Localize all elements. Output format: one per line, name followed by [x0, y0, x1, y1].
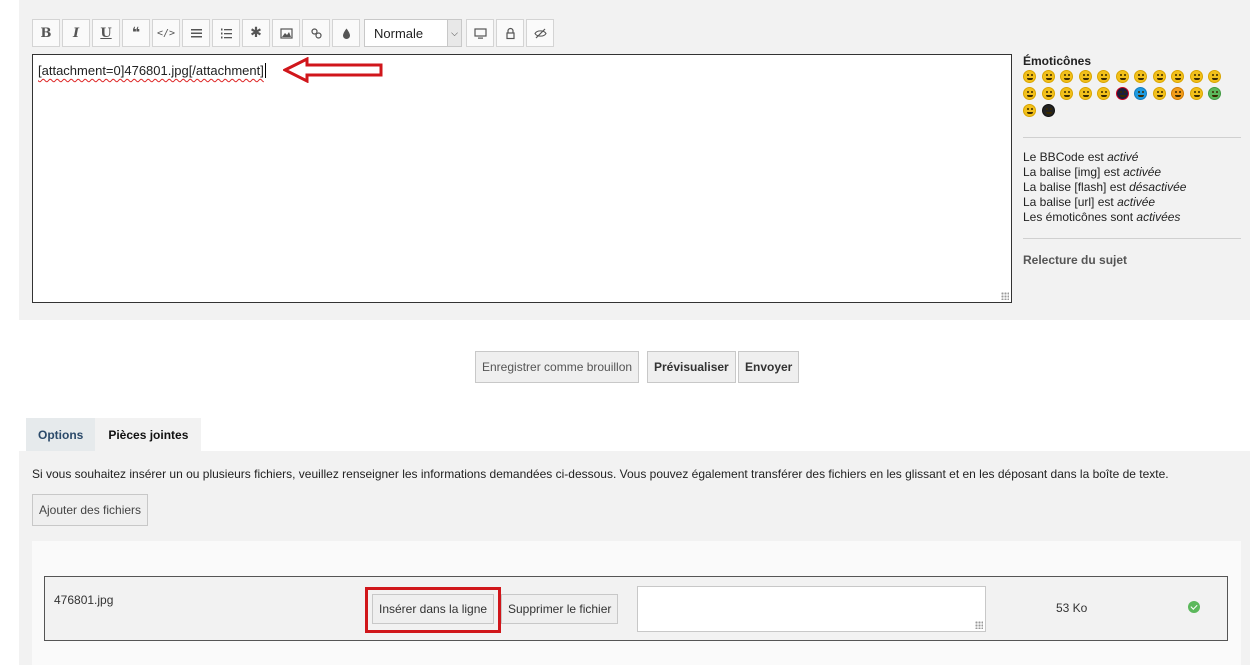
smiley-icon[interactable] [1097, 70, 1110, 83]
font-size-value: Normale [374, 25, 424, 41]
text-cursor [264, 63, 266, 78]
insert-inline-button[interactable]: Insérer dans la ligne [372, 594, 495, 624]
smiley-icon[interactable] [1189, 70, 1203, 83]
resize-handle[interactable] [975, 621, 983, 629]
eye-slash-icon [533, 28, 547, 38]
code-icon: </> [156, 27, 176, 39]
resize-handle[interactable] [1001, 292, 1009, 300]
tab-options[interactable]: Options [26, 418, 96, 451]
green-smiley-icon[interactable] [1208, 87, 1221, 100]
emoticons-title: Émoticônes [1023, 54, 1092, 68]
attachments-description: Si vous souhaitez insérer un ou plusieur… [32, 467, 1169, 481]
tab-attachments[interactable]: Pièces jointes [95, 418, 202, 451]
message-content: [attachment=0]476801.jpg[/attachment] [38, 63, 264, 78]
attached-files-list: 476801.jpg Insérer dans la ligne Supprim… [32, 541, 1241, 665]
annotation-arrow-icon [283, 57, 383, 83]
smiley-icon[interactable] [1041, 87, 1055, 100]
options-tabs: Options Pièces jointes [26, 418, 202, 451]
smiley-icon[interactable] [1171, 87, 1184, 100]
numbered-list-button[interactable] [212, 19, 240, 47]
add-files-button[interactable]: Ajouter des fichiers [32, 494, 149, 526]
flash-line: La balise [flash] est désactivée [1023, 180, 1187, 194]
submit-button[interactable]: Envoyer [738, 351, 800, 383]
code-button[interactable]: </> [152, 19, 180, 47]
image-button[interactable] [272, 19, 300, 47]
save-draft-button[interactable]: Enregistrer comme brouillon [475, 351, 640, 383]
smiley-icon[interactable] [1152, 87, 1166, 100]
attachment-filename[interactable]: 476801.jpg [54, 593, 113, 607]
smiley-icon[interactable] [1041, 70, 1055, 83]
bbcode-line: Le BBCode est activé [1023, 150, 1139, 164]
smiley-icon[interactable] [1078, 70, 1092, 83]
list-button[interactable] [182, 19, 210, 47]
monitor-icon [473, 27, 487, 39]
smiley-icon[interactable] [1023, 70, 1036, 83]
list-item-button[interactable]: ✱ [242, 19, 270, 47]
bbcode-status: Le BBCode est activé La balise [img] est… [1023, 150, 1241, 225]
question-smiley-icon[interactable] [1134, 87, 1147, 100]
smiley-icon[interactable] [1023, 104, 1036, 117]
smiley-icon[interactable] [1152, 70, 1166, 83]
link-icon [310, 27, 322, 39]
smiley-icon[interactable] [1115, 70, 1129, 83]
smilies-line: Les émoticônes sont activées [1023, 210, 1181, 224]
smiley-icon[interactable] [1060, 70, 1073, 83]
url-line: La balise [url] est activée [1023, 195, 1156, 209]
emoticons-grid [1023, 70, 1235, 117]
underline-button[interactable]: U [92, 19, 120, 47]
bold-button[interactable]: B [32, 19, 60, 47]
link-button[interactable] [302, 19, 330, 47]
smiley-icon[interactable] [1023, 87, 1036, 100]
attachments-panel: Si vous souhaitez insérer un ou plusieur… [19, 451, 1250, 665]
editor-panel: B I U ❝ </> ✱ Normale ⌵ [attachment=0]47… [19, 0, 1250, 320]
divider [1023, 137, 1241, 138]
smiley-icon[interactable] [1115, 87, 1129, 100]
smiley-icon[interactable] [1078, 87, 1092, 100]
quote-button[interactable]: ❝ [122, 19, 150, 47]
file-comment-textarea[interactable] [637, 586, 986, 632]
preview-button[interactable]: Prévisualiser [647, 351, 736, 383]
editor-sidebar: Émoticônes Le BBCode est activé La balis… [1023, 54, 1241, 267]
smiley-icon[interactable] [1097, 87, 1110, 100]
smiley-icon[interactable] [1171, 70, 1184, 83]
message-textarea[interactable]: [attachment=0]476801.jpg[/attachment] [32, 54, 1012, 303]
delete-file-button[interactable]: Supprimer le fichier [501, 594, 619, 624]
smiley-icon[interactable] [1060, 87, 1073, 100]
check-circle-icon [1188, 601, 1200, 613]
italic-button[interactable]: I [62, 19, 90, 47]
formatting-toolbar: B I U ❝ </> ✱ Normale ⌵ [32, 18, 554, 48]
topic-review-link[interactable]: Relecture du sujet [1023, 253, 1241, 267]
attachment-row: 476801.jpg Insérer dans la ligne Supprim… [44, 576, 1228, 641]
lock-button[interactable] [496, 19, 524, 47]
smiley-icon[interactable] [1208, 70, 1221, 83]
lock-icon [505, 27, 515, 39]
hide-button[interactable] [526, 19, 554, 47]
color-button[interactable] [332, 19, 360, 47]
quote-icon: ❝ [131, 25, 141, 41]
divider [1023, 238, 1241, 239]
droplet-icon [342, 28, 350, 39]
smiley-icon[interactable] [1134, 70, 1147, 83]
file-size: 53 Ko [1056, 601, 1088, 615]
ninja-smiley-icon[interactable] [1041, 104, 1055, 117]
chevron-down-icon: ⌵ [447, 20, 461, 46]
asterisk-icon: ✱ [250, 25, 262, 41]
numbered-list-icon [220, 28, 232, 38]
smiley-icon[interactable] [1189, 87, 1203, 100]
image-icon [279, 27, 293, 39]
img-line: La balise [img] est activée [1023, 165, 1162, 179]
font-size-select[interactable]: Normale ⌵ [364, 19, 462, 47]
screen-button[interactable] [466, 19, 494, 47]
list-icon [190, 28, 202, 37]
